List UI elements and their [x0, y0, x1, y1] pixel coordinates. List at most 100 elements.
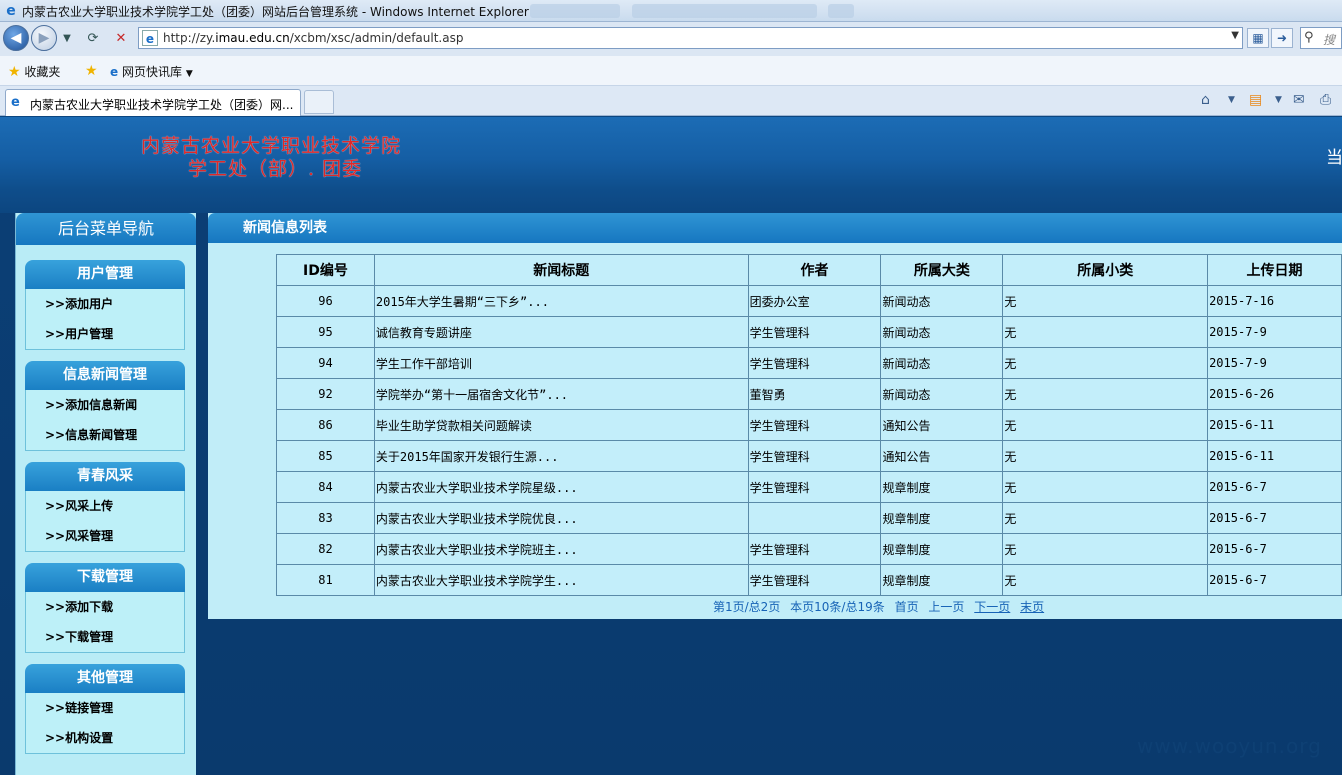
- table-row[interactable]: 96 2015年大学生暑期“三下乡”... 团委办公室 新闻动态无 2015-7-16: [276, 285, 1342, 317]
- table-row[interactable]: 81 内蒙古农业大学职业技术学院学生... 学生管理科 规章制度无 2015-6-7: [276, 564, 1342, 596]
- cell-title[interactable]: 毕业生助学贷款相关问题解读: [373, 409, 749, 441]
- cell-id: 86: [276, 409, 375, 441]
- chevron-down-icon: ▼: [185, 69, 193, 79]
- go-button[interactable]: ➜: [1271, 28, 1293, 48]
- cell-author: 学生管理科: [747, 471, 882, 503]
- first-page-link[interactable]: 首页: [895, 600, 919, 614]
- chevron-down-icon[interactable]: ▼: [1228, 95, 1235, 105]
- column-header-title: 新闻标题: [373, 254, 749, 286]
- table-row[interactable]: 84 内蒙古农业大学职业技术学院星级... 学生管理科 规章制度无 2015-6-7: [276, 471, 1342, 503]
- menu-group-head[interactable]: 青春风采: [25, 462, 185, 491]
- chevron-down-icon[interactable]: ▼: [1231, 30, 1239, 41]
- cell-title[interactable]: 关于2015年国家开发银行生源...: [373, 440, 749, 472]
- menu-item-manage-user[interactable]: >>用户管理: [26, 319, 184, 349]
- menu-group-head[interactable]: 用户管理: [25, 260, 185, 289]
- search-placeholder: 搜: [1323, 33, 1336, 47]
- menu-item-manage-news[interactable]: >>信息新闻管理: [26, 420, 184, 450]
- pagination: 第1页/总2页 本页10条/总19条 首页 上一页 下一页 末页: [713, 598, 1050, 615]
- webslice-gallery-button[interactable]: e 网页快讯库 ▼: [110, 63, 193, 80]
- menu-group-head[interactable]: 其他管理: [25, 664, 185, 693]
- cell-id: 96: [276, 285, 375, 317]
- cell-category: 新闻动态: [880, 378, 1004, 410]
- table-row[interactable]: 86 毕业生助学贷款相关问题解读 学生管理科 通知公告无 2015-6-11: [276, 409, 1342, 441]
- column-header-author: 作者: [747, 254, 882, 286]
- compatibility-view-button[interactable]: ▦: [1247, 28, 1269, 48]
- cell-date: 2015-7-16: [1207, 285, 1342, 317]
- history-dropdown-button[interactable]: ▼: [58, 30, 76, 48]
- tab-active[interactable]: e 内蒙古农业大学职业技术学院学工处（团委）网...: [5, 89, 301, 116]
- cell-category: 规章制度: [880, 502, 1004, 534]
- favorites-bar: ★ 收藏夹 ★ e 网页快讯库 ▼: [0, 56, 1342, 86]
- site-banner: 内蒙古农业大学职业技术学院 学工处（部）. 团委 当: [0, 117, 1342, 187]
- table-header-row: ID编号 新闻标题 作者 所属大类 所属小类 上传日期: [276, 254, 1342, 286]
- menu-item-add-news[interactable]: >>添加信息新闻: [26, 390, 184, 420]
- cell-title[interactable]: 学院举办“第十一届宿舍文化节”...: [373, 378, 749, 410]
- table-row[interactable]: 82 内蒙古农业大学职业技术学院班主... 学生管理科 规章制度无 2015-6-7: [276, 533, 1342, 565]
- menu-group-other: 其他管理 >>链接管理 >>机构设置: [25, 664, 185, 754]
- cell-category: 规章制度: [880, 533, 1004, 565]
- menu-item-add-download[interactable]: >>添加下载: [26, 592, 184, 622]
- table-row[interactable]: 83 内蒙古农业大学职业技术学院优良... 规章制度无 2015-6-7: [276, 502, 1342, 534]
- cell-title[interactable]: 内蒙古农业大学职业技术学院班主...: [373, 533, 749, 565]
- url-path: /xcbm/xsc/admin/default.asp: [289, 31, 464, 45]
- stop-button[interactable]: ✕: [112, 30, 130, 48]
- cell-id: 92: [276, 378, 375, 410]
- banner-right-text: 当: [1326, 148, 1342, 168]
- table-row[interactable]: 95 诚信教育专题讲座 学生管理科 新闻动态无 2015-7-9: [276, 316, 1342, 348]
- chevron-down-icon[interactable]: ▼: [1275, 95, 1282, 105]
- menu-item-manage-download[interactable]: >>下载管理: [26, 622, 184, 652]
- news-list-panel: 新闻信息列表 ID编号 新闻标题 作者 所属大类 所属小类 上传日期 96 201…: [208, 213, 1342, 619]
- table-row[interactable]: 92 学院举办“第十一届宿舍文化节”... 董智勇 新闻动态无 2015-6-26: [276, 378, 1342, 410]
- menu-group-style: 青春风采 >>风采上传 >>风采管理: [25, 462, 185, 552]
- new-tab-button[interactable]: [304, 90, 334, 114]
- favorites-button[interactable]: ★ 收藏夹: [8, 63, 60, 80]
- menu-group-head[interactable]: 信息新闻管理: [25, 361, 185, 390]
- table-row[interactable]: 85 关于2015年国家开发银行生源... 学生管理科 通知公告无 2015-6-11: [276, 440, 1342, 472]
- menu-item-upload-style[interactable]: >>风采上传: [26, 491, 184, 521]
- cell-id: 84: [276, 471, 375, 503]
- cell-date: 2015-6-7: [1207, 533, 1342, 565]
- cell-author: 学生管理科: [747, 533, 882, 565]
- column-header-date: 上传日期: [1207, 254, 1342, 286]
- rss-feed-icon[interactable]: ▤: [1249, 92, 1262, 108]
- menu-item-add-user[interactable]: >>添加用户: [26, 289, 184, 319]
- cell-id: 85: [276, 440, 375, 472]
- cell-subcategory: 无: [1002, 409, 1209, 441]
- prev-page-link[interactable]: 上一页: [928, 600, 964, 614]
- menu-item-manage-style[interactable]: >>风采管理: [26, 521, 184, 551]
- cell-title[interactable]: 诚信教育专题讲座: [373, 316, 749, 348]
- add-favorite-button[interactable]: ★: [85, 63, 98, 79]
- cell-title[interactable]: 内蒙古农业大学职业技术学院优良...: [373, 502, 749, 534]
- print-icon[interactable]: ⎙: [1320, 92, 1331, 108]
- forward-button[interactable]: ▶: [31, 25, 57, 51]
- next-page-link[interactable]: 下一页: [974, 600, 1010, 614]
- refresh-button[interactable]: ⟳: [84, 30, 102, 48]
- cell-author: 学生管理科: [747, 564, 882, 596]
- page-info: 第1页/总2页: [713, 600, 781, 614]
- menu-group-head[interactable]: 下载管理: [25, 563, 185, 592]
- menu-item-links[interactable]: >>链接管理: [26, 693, 184, 723]
- cell-title[interactable]: 2015年大学生暑期“三下乡”...: [373, 285, 749, 317]
- last-page-link[interactable]: 末页: [1020, 600, 1044, 614]
- address-input[interactable]: e http://zy.imau.edu.cn/xcbm/xsc/admin/d…: [138, 27, 1243, 49]
- cell-id: 94: [276, 347, 375, 379]
- column-header-category: 所属大类: [880, 254, 1004, 286]
- menu-group-user: 用户管理 >>添加用户 >>用户管理: [25, 260, 185, 350]
- menu-group-body: >>添加下载 >>下载管理: [25, 592, 185, 653]
- cell-title[interactable]: 学生工作干部培训: [373, 347, 749, 379]
- cell-title[interactable]: 内蒙古农业大学职业技术学院学生...: [373, 564, 749, 596]
- cell-date: 2015-6-7: [1207, 502, 1342, 534]
- news-table: ID编号 新闻标题 作者 所属大类 所属小类 上传日期 96 2015年大学生暑期…: [276, 254, 1342, 596]
- table-row[interactable]: 94 学生工作干部培训 学生管理科 新闻动态无 2015-7-9: [276, 347, 1342, 379]
- home-icon[interactable]: ⌂: [1201, 92, 1210, 108]
- cell-date: 2015-6-7: [1207, 564, 1342, 596]
- cell-subcategory: 无: [1002, 440, 1209, 472]
- search-input[interactable]: ⚲ 搜: [1300, 27, 1342, 49]
- arrow-right-icon: ▶: [38, 30, 50, 46]
- column-header-id: ID编号: [276, 254, 375, 286]
- mail-icon[interactable]: ✉: [1293, 92, 1305, 108]
- cell-title[interactable]: 内蒙古农业大学职业技术学院星级...: [373, 471, 749, 503]
- back-button[interactable]: ◀: [3, 25, 29, 51]
- menu-item-organization[interactable]: >>机构设置: [26, 723, 184, 753]
- sidebar-title: 后台菜单导航: [16, 213, 196, 245]
